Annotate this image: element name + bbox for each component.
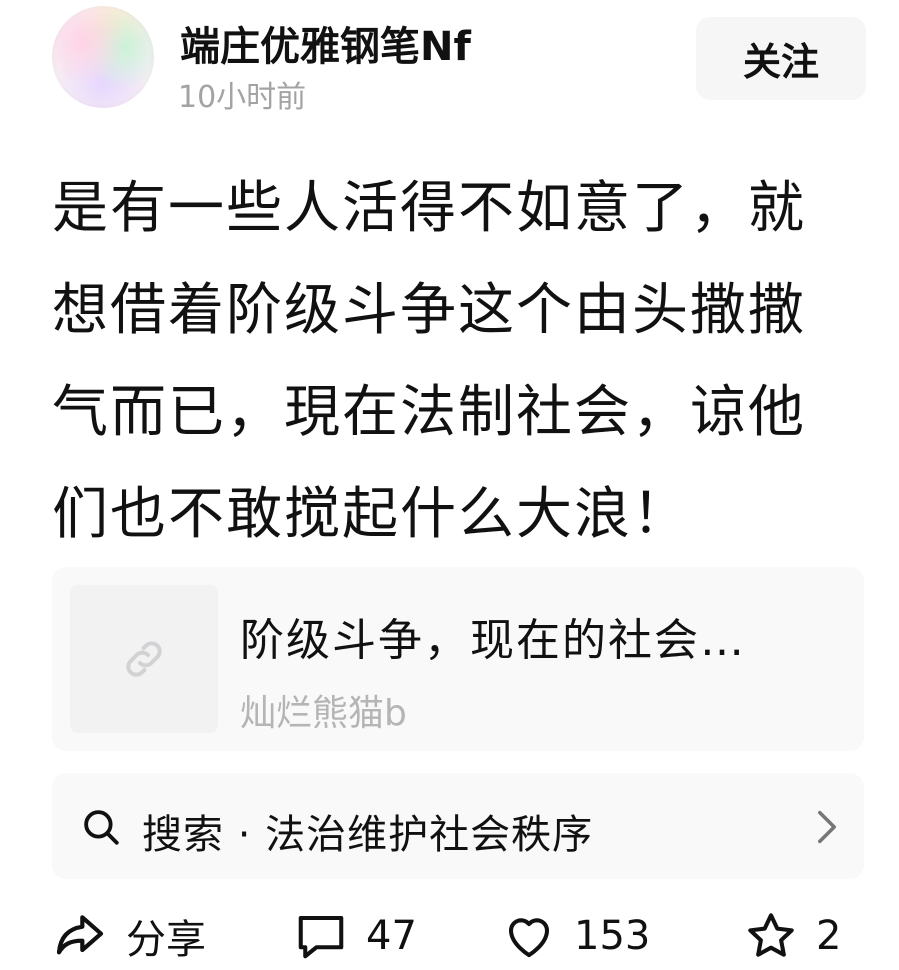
link-title: 阶级斗争，现在的社会… <box>240 615 746 666</box>
post-time: 10小时前 <box>178 80 307 115</box>
search-query: 搜索 · 法治维护社会秩序 <box>142 812 594 858</box>
search-icon <box>84 810 119 845</box>
follow-button[interactable]: 关注 <box>696 17 866 100</box>
like-button[interactable]: 153 <box>502 906 650 966</box>
link-card[interactable]: 阶级斗争，现在的社会… 灿烂熊猫b <box>52 567 864 751</box>
heart-icon <box>508 918 550 958</box>
share-label: 分享 <box>126 917 206 963</box>
related-search-bar[interactable]: 搜索 · 法治维护社会秩序 <box>52 773 864 879</box>
link-thumbnail <box>70 585 218 733</box>
post-body: 是有一些人活得不如意了，就想借着阶级斗争这个由头撒撒气而已，現在法制社会，谅他们… <box>52 176 806 547</box>
like-count: 153 <box>574 913 651 959</box>
comment-count: 47 <box>366 913 417 959</box>
link-icon <box>126 641 162 677</box>
comment-button[interactable]: 47 <box>294 906 417 966</box>
share-button[interactable]: 分享 <box>52 906 206 966</box>
chevron-right-icon <box>818 810 836 844</box>
favorite-button[interactable]: 2 <box>744 906 841 966</box>
favorite-count: 2 <box>816 913 842 959</box>
avatar[interactable] <box>52 6 154 108</box>
author-name[interactable]: 端庄优雅钢笔Nf <box>180 14 471 72</box>
star-icon <box>748 913 794 957</box>
comment-icon <box>298 915 344 959</box>
share-icon <box>56 915 104 955</box>
link-author: 灿烂熊猫b <box>240 693 407 734</box>
